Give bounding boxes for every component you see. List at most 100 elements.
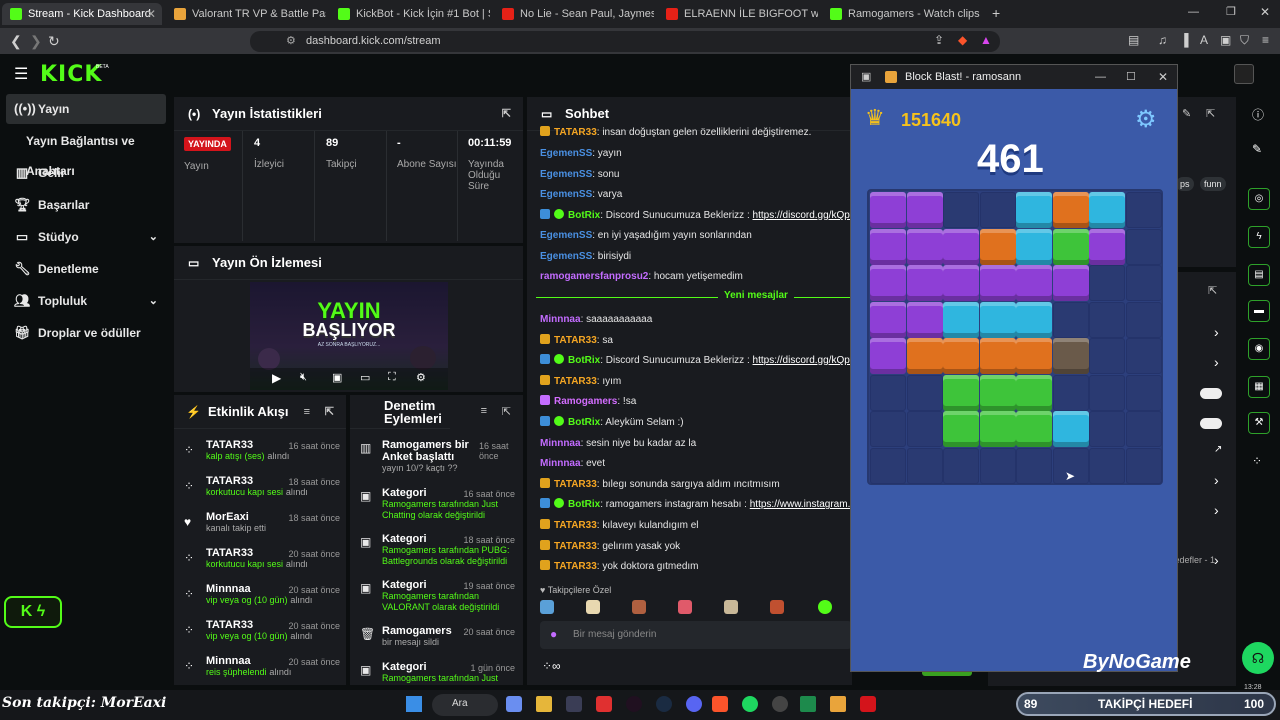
- chat-user[interactable]: TATAR33: [554, 561, 597, 572]
- broadcast-icon[interactable]: ◉: [1248, 338, 1270, 360]
- chat-user[interactable]: TATAR33: [554, 520, 597, 531]
- chat-link[interactable]: https://discord.gg/kQpfFHat: [753, 355, 852, 366]
- sidebar-item-topluluk[interactable]: 👥︎ Topluluk ⌄: [6, 286, 166, 316]
- chat-user[interactable]: Ramogamers: [554, 396, 617, 407]
- chat-input-placeholder[interactable]: Bir mesaj gönderin: [573, 629, 656, 640]
- chat-user[interactable]: TATAR33: [554, 335, 597, 346]
- brave-shield-icon[interactable]: ◆: [958, 33, 967, 47]
- address-bar[interactable]: ⚙ dashboard.kick.com/stream: [250, 31, 1000, 52]
- reader-icon[interactable]: ▤: [1128, 33, 1139, 47]
- chat-user[interactable]: Minnnaa: [540, 438, 581, 449]
- lightning-icon[interactable]: ϟ: [1248, 226, 1270, 248]
- emote-icon[interactable]: [818, 600, 832, 614]
- tag-chip[interactable]: funn: [1200, 177, 1226, 191]
- media-icon[interactable]: ♫: [1158, 33, 1167, 47]
- play-icon[interactable]: ▶: [272, 371, 281, 385]
- chevron-right-icon[interactable]: ›: [1214, 324, 1219, 340]
- chat-user[interactable]: BotRix: [568, 417, 600, 428]
- camera-icon[interactable]: ◎: [1248, 188, 1270, 210]
- hamburger-menu-icon[interactable]: ☰: [14, 64, 28, 84]
- app-icon[interactable]: [566, 696, 582, 712]
- popout-icon[interactable]: ⇱: [1208, 284, 1217, 297]
- taskbar-search[interactable]: Ara: [432, 694, 498, 716]
- sidebar-item-droplar[interactable]: 🎁︎ Droplar ve ödüller: [6, 318, 166, 348]
- emote-picker-icon[interactable]: ⁘∞: [542, 659, 561, 673]
- minimize-icon[interactable]: —: [1095, 65, 1106, 89]
- chat-user[interactable]: BotRix: [568, 210, 600, 221]
- wallet-icon[interactable]: ▣: [1220, 33, 1231, 47]
- sidebar-toggle-icon[interactable]: ▣: [861, 65, 871, 89]
- filter-icon[interactable]: ≡: [481, 405, 487, 417]
- chat-user[interactable]: Minnnaa: [540, 458, 581, 469]
- mute-icon[interactable]: 🔇︎: [300, 371, 307, 384]
- spotify-icon[interactable]: [742, 696, 758, 712]
- forward-icon[interactable]: ❯: [30, 33, 42, 50]
- tag-chip[interactable]: ps: [1176, 177, 1194, 191]
- restore-icon[interactable]: ❐: [1226, 5, 1236, 18]
- tab-youtube-music[interactable]: No Lie - Sean Paul, Jaymes Young: [494, 3, 654, 25]
- chat-user[interactable]: TATAR33: [554, 479, 597, 490]
- people-icon[interactable]: ⁘: [1252, 454, 1262, 468]
- maximize-icon[interactable]: ☐: [1126, 65, 1136, 89]
- chat-user[interactable]: EgemenSS: [540, 148, 592, 159]
- chat-user[interactable]: EgemenSS: [540, 189, 592, 200]
- chat-link[interactable]: https://www.instagram.com/r: [750, 499, 852, 510]
- chat-user[interactable]: TATAR33: [554, 127, 597, 138]
- stream-preview-video[interactable]: YAYIN BAŞLIYOR AZ SONRA BAŞLIYORUZ... ▶ …: [250, 282, 448, 390]
- popout-icon[interactable]: ⇱: [502, 405, 511, 418]
- chart-icon[interactable]: ↗: [1214, 444, 1222, 455]
- new-tab-icon[interactable]: +: [992, 5, 1000, 21]
- edit-icon[interactable]: ✎: [1182, 107, 1191, 120]
- app-icon[interactable]: [596, 696, 612, 712]
- popout-icon[interactable]: ⇱: [1206, 107, 1215, 120]
- sidebar-item-denetleme[interactable]: 🔧︎ Denetleme: [6, 254, 166, 284]
- info-icon[interactable]: ⓘ: [1252, 106, 1264, 123]
- grid-icon[interactable]: ▦: [1248, 376, 1270, 398]
- chevron-right-icon[interactable]: ›: [1214, 472, 1219, 488]
- sidebar-toggle-icon[interactable]: ▐: [1180, 33, 1189, 47]
- chat-user[interactable]: EgemenSS: [540, 169, 592, 180]
- tab-stream-dashboard[interactable]: Stream - Kick Dashboard ✕: [2, 3, 162, 25]
- settings-gear-icon[interactable]: ⚙: [1135, 105, 1157, 134]
- support-icon[interactable]: ☊: [1242, 642, 1274, 674]
- translate-icon[interactable]: A: [1200, 33, 1208, 47]
- chat-user[interactable]: ramogamersfanprosu2: [540, 271, 648, 282]
- chevron-right-icon[interactable]: ›: [1214, 552, 1219, 568]
- emote-icon[interactable]: [632, 600, 646, 614]
- tab-kickbot[interactable]: KickBot - Kick İçin #1 Bot | Sohbet, Bi: [330, 3, 490, 25]
- pip-icon[interactable]: ▣: [332, 371, 342, 384]
- chat-bubble-icon[interactable]: ▬: [1248, 300, 1270, 322]
- back-icon[interactable]: ❮: [10, 33, 22, 50]
- brave-icon[interactable]: [712, 696, 728, 712]
- tab-valorant[interactable]: Valorant TR VP & Battle Pass Satın Al: [166, 3, 326, 25]
- url-text[interactable]: dashboard.kick.com/stream: [306, 35, 441, 47]
- share-icon[interactable]: ⇪: [934, 33, 944, 47]
- chevron-right-icon[interactable]: ›: [1214, 502, 1219, 518]
- sidebar-item-studyo[interactable]: ▭ Stüdyo ⌄: [6, 222, 166, 252]
- emote-icon[interactable]: [770, 600, 784, 614]
- chevron-right-icon[interactable]: ›: [1214, 354, 1219, 370]
- windows-start-icon[interactable]: [406, 696, 422, 712]
- tab-ramogamers-clips[interactable]: Ramogamers - Watch clips on Kick: [822, 3, 982, 25]
- minimize-icon[interactable]: —: [1188, 6, 1199, 18]
- toggle-switch[interactable]: [1200, 388, 1222, 399]
- emote-icon[interactable]: [586, 600, 600, 614]
- chat-user[interactable]: EgemenSS: [540, 230, 592, 241]
- clip-icon[interactable]: ▭: [360, 371, 370, 384]
- close-icon[interactable]: ✕: [1158, 65, 1168, 89]
- rewards-icon[interactable]: ▲: [980, 33, 992, 47]
- document-icon[interactable]: ▤: [1248, 264, 1270, 286]
- chat-user[interactable]: TATAR33: [554, 541, 597, 552]
- chat-user[interactable]: EgemenSS: [540, 251, 592, 262]
- menu-icon[interactable]: ≡: [1262, 33, 1269, 47]
- block-blast-taskbar-icon[interactable]: [830, 696, 846, 712]
- chatgpt-icon[interactable]: [772, 696, 788, 712]
- filter-icon[interactable]: ≡: [304, 395, 310, 429]
- chat-link[interactable]: https://discord.gg/kQpfFHat: [753, 210, 852, 221]
- close-window-icon[interactable]: ✕: [1260, 5, 1270, 19]
- edit-icon[interactable]: ✎: [1252, 142, 1262, 156]
- emote-icon[interactable]: [540, 600, 554, 614]
- sidebar-item-yayin[interactable]: ((•)) Yayın: [6, 94, 166, 124]
- toggle-switch[interactable]: [1200, 418, 1222, 429]
- site-info-icon[interactable]: ⚙: [286, 34, 296, 47]
